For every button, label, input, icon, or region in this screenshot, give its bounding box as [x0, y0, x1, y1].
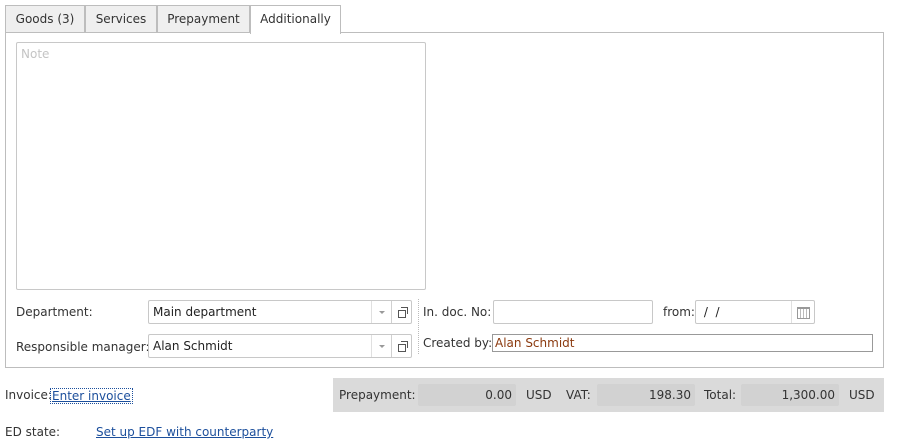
tab-services-label: Services — [95, 12, 147, 26]
enter-invoice-link[interactable]: Enter invoice — [50, 388, 133, 404]
department-label: Department: — [16, 305, 93, 319]
tab-services[interactable]: Services — [85, 5, 157, 32]
vat-label: VAT: — [566, 388, 591, 402]
tab-prepayment-label: Prepayment — [167, 12, 240, 26]
tab-additionally-label: Additionally — [260, 12, 331, 26]
from-label: from: — [663, 305, 695, 319]
total-label: Total: — [704, 388, 737, 402]
calendar-button[interactable] — [791, 301, 814, 323]
total-field: 1,300.00 — [741, 384, 839, 406]
column-separator — [418, 299, 419, 354]
created-by-label: Created by: — [423, 336, 493, 350]
in-doc-no-input[interactable] — [493, 300, 653, 324]
note-textarea[interactable]: Note — [16, 42, 426, 290]
vat-field: 198.30 — [597, 384, 695, 406]
tab-goods[interactable]: Goods (3) — [5, 5, 85, 32]
prepayment-total-field: 0.00 — [418, 384, 516, 406]
total-value: 1,300.00 — [781, 388, 835, 402]
department-value: Main department — [153, 305, 257, 319]
tab-prepayment[interactable]: Prepayment — [157, 5, 250, 32]
ed-state-label: ED state: — [5, 425, 61, 439]
in-doc-no-label: In. doc. No: — [423, 305, 492, 319]
responsible-manager-label: Responsible manager: — [16, 340, 150, 354]
department-field[interactable]: Main department — [148, 300, 412, 324]
setup-edf-link[interactable]: Set up EDF with counterparty — [96, 425, 273, 439]
tab-goods-label: Goods (3) — [15, 12, 75, 26]
created-by-field: Alan Schmidt — [492, 334, 873, 352]
prepayment-currency: USD — [526, 388, 552, 402]
from-date-value: / / — [700, 305, 720, 319]
vat-value: 198.30 — [649, 388, 691, 402]
prepayment-total-label: Prepayment: — [339, 388, 416, 402]
note-placeholder: Note — [21, 47, 50, 61]
responsible-manager-value: Alan Schmidt — [153, 339, 233, 353]
department-dropdown-icon[interactable] — [371, 301, 392, 323]
from-date-input[interactable]: / / — [695, 300, 815, 324]
department-open-icon[interactable] — [391, 301, 412, 323]
total-currency: USD — [849, 388, 875, 402]
responsible-manager-field[interactable]: Alan Schmidt — [148, 334, 412, 358]
tab-additionally[interactable]: Additionally — [250, 5, 341, 34]
invoice-label: Invoice: — [5, 388, 52, 402]
created-by-value: Alan Schmidt — [495, 336, 575, 350]
prepayment-total-value: 0.00 — [485, 388, 512, 402]
responsible-manager-dropdown-icon[interactable] — [371, 335, 392, 357]
responsible-manager-open-icon[interactable] — [391, 335, 412, 357]
calendar-icon — [797, 307, 810, 319]
